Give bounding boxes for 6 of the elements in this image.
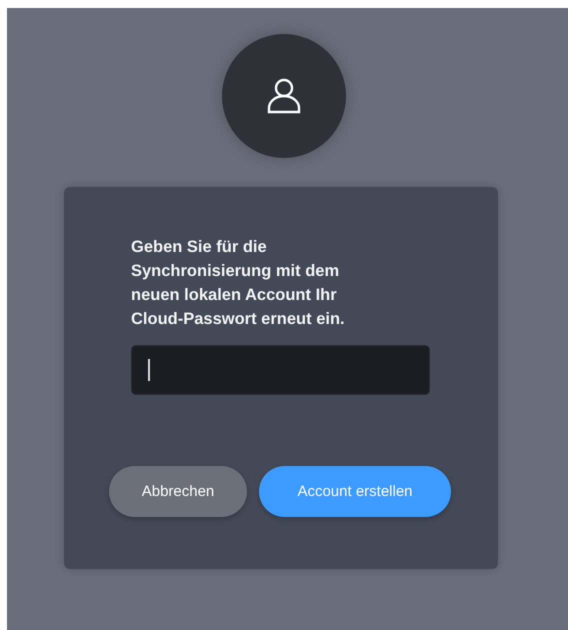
- text-cursor: [148, 359, 150, 381]
- instruction-text: Geben Sie für die Synchronisierung mit dem neuen lokalen Account Ihr Cloud-Passwort erneut ein.: [131, 237, 346, 330]
- cancel-button[interactable]: Abbrechen: [109, 466, 247, 517]
- password-field[interactable]: [131, 345, 430, 395]
- user-icon: [266, 78, 302, 114]
- create-account-button[interactable]: Account erstellen: [259, 466, 451, 517]
